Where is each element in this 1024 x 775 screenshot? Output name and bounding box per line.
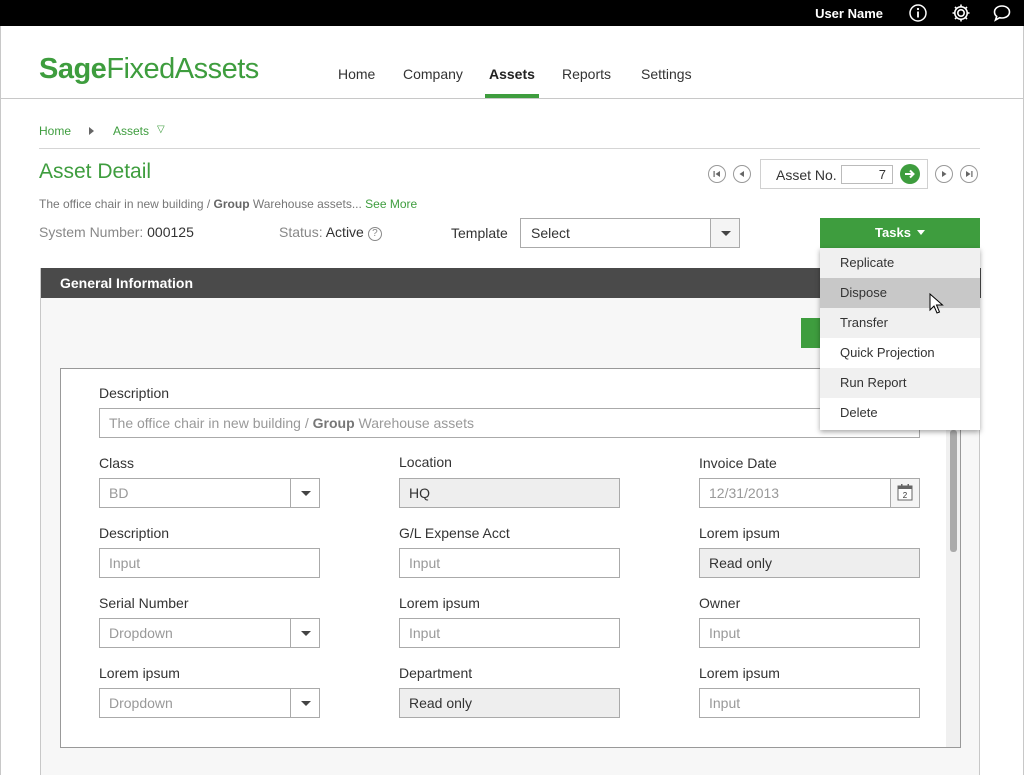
owner-input[interactable]: Input (699, 618, 920, 648)
lorem3-dropdown[interactable]: Dropdown (99, 688, 320, 718)
invoice-date-label: Invoice Date (699, 455, 777, 471)
nav-assets[interactable]: Assets (489, 66, 535, 82)
nav-settings[interactable]: Settings (641, 66, 692, 82)
menu-item-replicate[interactable]: Replicate (820, 248, 980, 278)
description2-label: Description (99, 525, 170, 541)
tasks-button[interactable]: Tasks (820, 218, 980, 248)
menu-item-run-report[interactable]: Run Report (820, 368, 980, 398)
header-divider (1, 98, 1023, 99)
breadcrumb-separator-icon (89, 127, 94, 135)
lorem1-readonly-field: Read only (699, 548, 920, 578)
owner-label: Owner (699, 595, 741, 611)
breadcrumb-assets[interactable]: Assets (113, 124, 149, 138)
help-icon[interactable]: ? (367, 227, 382, 241)
see-more-link[interactable]: See More (365, 197, 417, 211)
serial-number-dropdown[interactable]: Dropdown (99, 618, 320, 648)
invoice-date-field[interactable]: 12/31/2013 2 (699, 478, 920, 508)
menu-item-dispose[interactable]: Dispose (820, 278, 980, 308)
scrollbar-thumb[interactable] (950, 430, 957, 552)
lorem4-label: Lorem ipsum (699, 665, 780, 681)
lorem2-input[interactable]: Input (399, 618, 620, 648)
lorem4-input[interactable]: Input (699, 688, 920, 718)
description-field[interactable]: The office chair in new building / Group… (99, 408, 920, 438)
top-bar: User Name (0, 0, 1024, 26)
asset-summary: The office chair in new building / Group… (39, 197, 418, 211)
asset-status: Status: Active? (279, 224, 382, 241)
serial-number-label: Serial Number (99, 595, 189, 611)
chevron-down-icon[interactable] (290, 479, 319, 507)
asset-number-input[interactable]: 7 (841, 165, 893, 184)
tasks-menu: Replicate Dispose Transfer Quick Project… (820, 248, 980, 430)
breadcrumb-dropdown-icon[interactable]: ▽ (157, 124, 165, 135)
breadcrumb-home[interactable]: Home (39, 124, 71, 138)
chevron-down-icon[interactable] (290, 689, 319, 717)
asset-number-label: Asset No. (776, 167, 837, 183)
sage-logo[interactable]: SageFixedAssets (39, 53, 259, 86)
chevron-down-icon[interactable] (710, 219, 739, 247)
department-readonly-field: Read only (399, 688, 620, 718)
next-record-icon[interactable] (935, 165, 953, 183)
mouse-cursor-icon (929, 292, 945, 315)
nav-company[interactable]: Company (403, 66, 463, 82)
lorem3-label: Lorem ipsum (99, 665, 180, 681)
template-label: Template (451, 225, 508, 241)
caret-down-icon (916, 230, 925, 235)
user-name[interactable]: User Name (815, 6, 883, 21)
class-dropdown[interactable]: BD (99, 478, 320, 508)
system-number: System Number: 000125 (39, 224, 194, 240)
gl-expense-label: G/L Expense Acct (399, 525, 510, 541)
menu-item-quick-projection[interactable]: Quick Projection (820, 338, 980, 368)
location-label: Location (399, 454, 452, 470)
chevron-down-icon[interactable] (290, 619, 319, 647)
nav-reports[interactable]: Reports (562, 66, 611, 82)
page-title: Asset Detail (39, 160, 152, 183)
menu-item-transfer[interactable]: Transfer (820, 308, 980, 338)
template-select[interactable]: Select (520, 218, 740, 248)
gl-expense-input[interactable]: Input (399, 548, 620, 578)
panel-title: General Information (60, 275, 194, 291)
lorem2-label: Lorem ipsum (399, 595, 480, 611)
first-record-icon[interactable] (708, 165, 726, 183)
class-label: Class (99, 455, 135, 471)
lorem1-label: Lorem ipsum (699, 525, 780, 541)
info-icon[interactable] (908, 3, 928, 23)
chat-icon[interactable] (992, 3, 1012, 23)
breadcrumb-divider (39, 148, 980, 149)
description-label: Description (99, 385, 170, 401)
gear-icon[interactable] (951, 3, 971, 23)
last-record-icon[interactable] (960, 165, 978, 183)
department-label: Department (399, 665, 473, 681)
calendar-icon[interactable]: 2 (890, 479, 919, 507)
nav-home[interactable]: Home (338, 66, 375, 82)
go-arrow-icon[interactable] (900, 164, 920, 184)
location-field: HQ (399, 478, 620, 508)
previous-record-icon[interactable] (733, 165, 751, 183)
description2-input[interactable]: Input (99, 548, 320, 578)
svg-text:2: 2 (903, 491, 908, 500)
menu-item-delete[interactable]: Delete (820, 398, 980, 428)
